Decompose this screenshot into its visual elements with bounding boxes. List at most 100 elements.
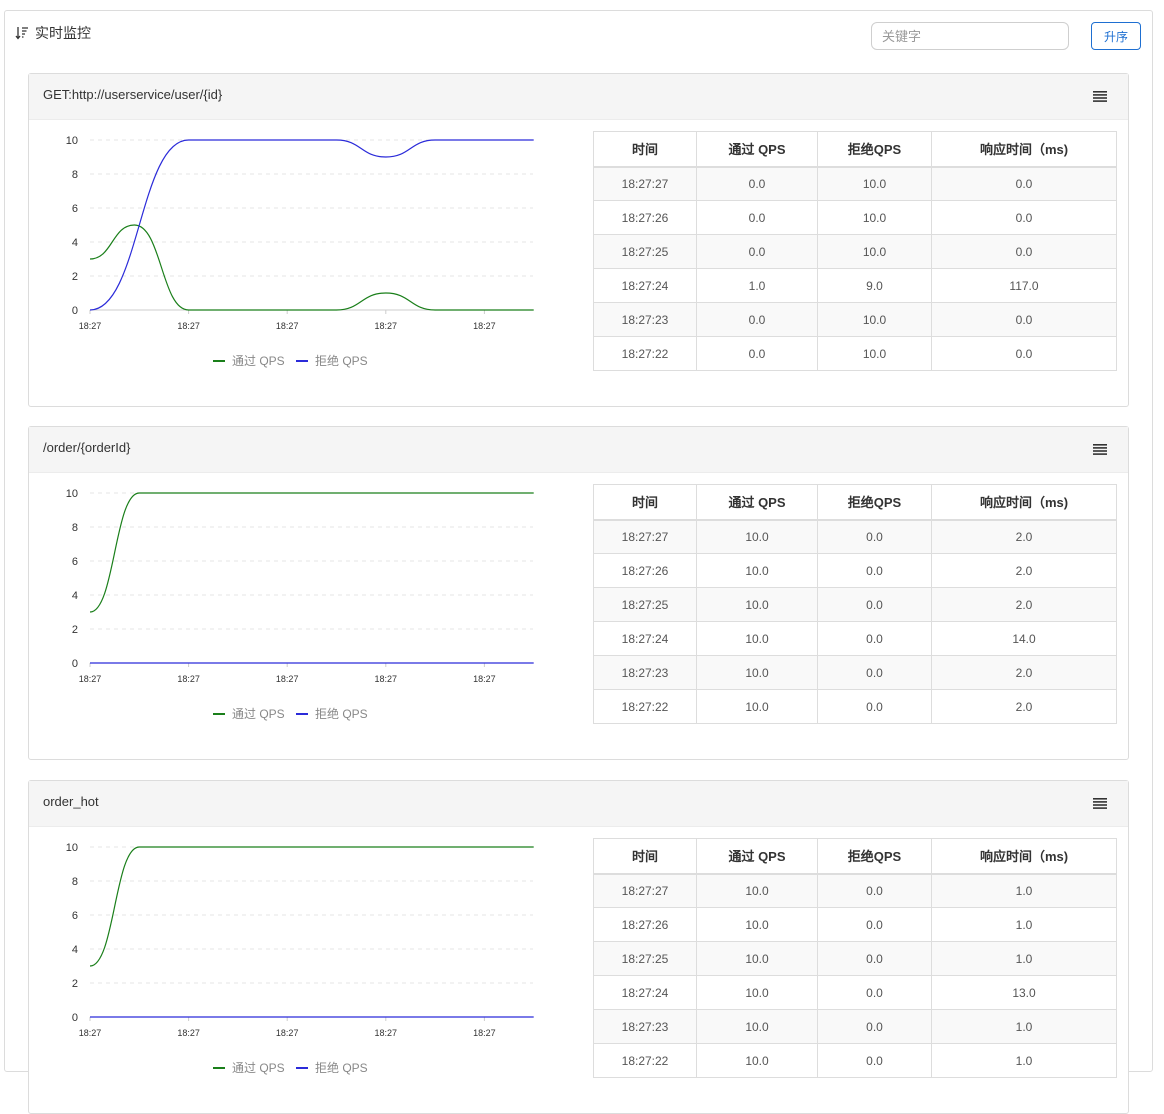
cell-pass-qps: 10.0 bbox=[696, 975, 818, 1010]
panel-header: /order/{orderId} bbox=[29, 427, 1128, 473]
cell-block-qps: 10.0 bbox=[817, 336, 932, 371]
column-header-time: 时间 bbox=[593, 484, 697, 521]
resource-title: order_hot bbox=[43, 794, 99, 809]
table-row: 18:27:25 10.0 0.0 2.0 bbox=[593, 587, 1117, 622]
x-tick-label: 18:27 bbox=[473, 1028, 496, 1038]
cell-rt: 0.0 bbox=[931, 302, 1117, 337]
cell-time: 18:27:24 bbox=[593, 975, 697, 1010]
cell-rt: 1.0 bbox=[931, 1043, 1117, 1078]
x-tick-label: 18:27 bbox=[276, 321, 299, 331]
cell-rt: 1.0 bbox=[931, 1009, 1117, 1044]
cell-time: 18:27:23 bbox=[593, 655, 697, 690]
cell-time: 18:27:23 bbox=[593, 1009, 697, 1044]
panel-header: order_hot bbox=[29, 781, 1128, 827]
cell-pass-qps: 0.0 bbox=[696, 336, 818, 371]
cell-time: 18:27:25 bbox=[593, 941, 697, 976]
cell-time: 18:27:26 bbox=[593, 200, 697, 235]
cell-pass-qps: 10.0 bbox=[696, 1043, 818, 1078]
cell-time: 18:27:25 bbox=[593, 587, 697, 622]
y-tick-label: 0 bbox=[72, 1012, 78, 1024]
y-tick-label: 8 bbox=[72, 169, 78, 181]
cell-rt: 2.0 bbox=[931, 519, 1117, 554]
y-tick-label: 8 bbox=[72, 522, 78, 534]
list-menu-icon[interactable] bbox=[1093, 798, 1107, 809]
qps-table: 时间 通过 QPS 拒绝QPS 响应时间（ms) 18:27:27 10.0 0.0… bbox=[593, 838, 1117, 1078]
cell-time: 18:27:22 bbox=[593, 1043, 697, 1078]
y-tick-label: 8 bbox=[72, 876, 78, 888]
qps-line-chart: 024681018:2718:2718:2718:2718:2718:27通过 … bbox=[66, 135, 534, 368]
cell-pass-qps: 10.0 bbox=[696, 689, 818, 724]
y-tick-label: 4 bbox=[72, 944, 78, 956]
x-tick-label: 18:27 bbox=[473, 321, 496, 331]
table-header-row: 时间 通过 QPS 拒绝QPS 响应时间（ms) bbox=[593, 838, 1117, 875]
x-tick-label: 18:27 bbox=[79, 1028, 102, 1038]
x-tick-label: 18:27 bbox=[375, 321, 398, 331]
x-tick-label: 18:27 bbox=[375, 1028, 398, 1038]
column-header-pass-qps: 通过 QPS bbox=[696, 484, 818, 521]
list-menu-icon[interactable] bbox=[1093, 91, 1107, 102]
legend-label[interactable]: 拒绝 QPS bbox=[315, 1060, 368, 1075]
column-header-time: 时间 bbox=[593, 131, 697, 168]
column-header-pass-qps: 通过 QPS bbox=[696, 838, 818, 875]
column-header-rt: 响应时间（ms) bbox=[931, 838, 1117, 875]
y-tick-label: 4 bbox=[72, 590, 78, 602]
realtime-monitor-page: 实时监控 升序 GET:http://userservice/user/{id}… bbox=[4, 10, 1153, 1114]
cell-block-qps: 0.0 bbox=[817, 1043, 932, 1078]
table-header-row: 时间 通过 QPS 拒绝QPS 响应时间（ms) bbox=[593, 131, 1117, 168]
column-header-rt: 响应时间（ms) bbox=[931, 131, 1117, 168]
y-tick-label: 4 bbox=[72, 237, 78, 249]
y-tick-label: 2 bbox=[72, 624, 78, 636]
cell-rt: 2.0 bbox=[931, 553, 1117, 588]
keyword-search-input[interactable] bbox=[871, 22, 1069, 50]
cell-block-qps: 0.0 bbox=[817, 941, 932, 976]
x-tick-label: 18:27 bbox=[177, 1028, 200, 1038]
x-tick-label: 18:27 bbox=[79, 674, 102, 684]
table-row: 18:27:22 10.0 0.0 1.0 bbox=[593, 1043, 1117, 1078]
cell-rt: 1.0 bbox=[931, 907, 1117, 942]
legend-label[interactable]: 拒绝 QPS bbox=[315, 706, 368, 721]
cell-block-qps: 10.0 bbox=[817, 200, 932, 235]
table-row: 18:27:23 10.0 0.0 2.0 bbox=[593, 655, 1117, 690]
page-header: 实时监控 升序 bbox=[5, 11, 1152, 73]
legend-label[interactable]: 通过 QPS bbox=[232, 1061, 285, 1075]
cell-block-qps: 0.0 bbox=[817, 873, 932, 908]
cell-rt: 0.0 bbox=[931, 234, 1117, 269]
cell-block-qps: 0.0 bbox=[817, 621, 932, 656]
series-line bbox=[89, 846, 534, 967]
list-menu-icon[interactable] bbox=[1093, 444, 1107, 455]
y-tick-label: 2 bbox=[72, 271, 78, 283]
qps-line-chart: 024681018:2718:2718:2718:2718:2718:27通过 … bbox=[66, 842, 534, 1075]
cell-pass-qps: 10.0 bbox=[696, 873, 818, 908]
table-row: 18:27:27 0.0 10.0 0.0 bbox=[593, 166, 1117, 201]
sort-order-button[interactable]: 升序 bbox=[1091, 22, 1141, 50]
cell-pass-qps: 10.0 bbox=[696, 1009, 818, 1044]
cell-pass-qps: 0.0 bbox=[696, 234, 818, 269]
x-tick-label: 18:27 bbox=[177, 674, 200, 684]
cell-time: 18:27:26 bbox=[593, 553, 697, 588]
cell-rt: 0.0 bbox=[931, 200, 1117, 235]
resource-panel: /order/{orderId} 0 2 4 6 8 10 18:27 18:27 18:27 1… bbox=[28, 426, 1129, 760]
cell-pass-qps: 10.0 bbox=[696, 907, 818, 942]
legend-label[interactable]: 拒绝 QPS bbox=[315, 353, 368, 368]
table-row: 18:27:22 0.0 10.0 0.0 bbox=[593, 336, 1117, 371]
x-tick-label: 18:27 bbox=[473, 674, 496, 684]
table-row: 18:27:26 10.0 0.0 1.0 bbox=[593, 907, 1117, 942]
legend-label[interactable]: 通过 QPS bbox=[232, 354, 285, 368]
column-header-rt: 响应时间（ms) bbox=[931, 484, 1117, 521]
column-header-pass-qps: 通过 QPS bbox=[696, 131, 818, 168]
resource-panel: GET:http://userservice/user/{id} 0 2 4 6 8 10… bbox=[28, 73, 1129, 407]
x-tick-label: 18:27 bbox=[276, 674, 299, 684]
cell-pass-qps: 1.0 bbox=[696, 268, 818, 303]
cell-rt: 14.0 bbox=[931, 621, 1117, 656]
x-tick-label: 18:27 bbox=[177, 321, 200, 331]
cell-rt: 117.0 bbox=[931, 268, 1117, 303]
legend-label[interactable]: 通过 QPS bbox=[232, 707, 285, 721]
cell-block-qps: 0.0 bbox=[817, 655, 932, 690]
y-tick-label: 10 bbox=[66, 488, 78, 500]
cell-rt: 13.0 bbox=[931, 975, 1117, 1010]
series-line bbox=[89, 139, 534, 311]
table-row: 18:27:22 10.0 0.0 2.0 bbox=[593, 689, 1117, 724]
cell-block-qps: 0.0 bbox=[817, 975, 932, 1010]
y-tick-label: 10 bbox=[66, 135, 78, 147]
table-row: 18:27:23 10.0 0.0 1.0 bbox=[593, 1009, 1117, 1044]
